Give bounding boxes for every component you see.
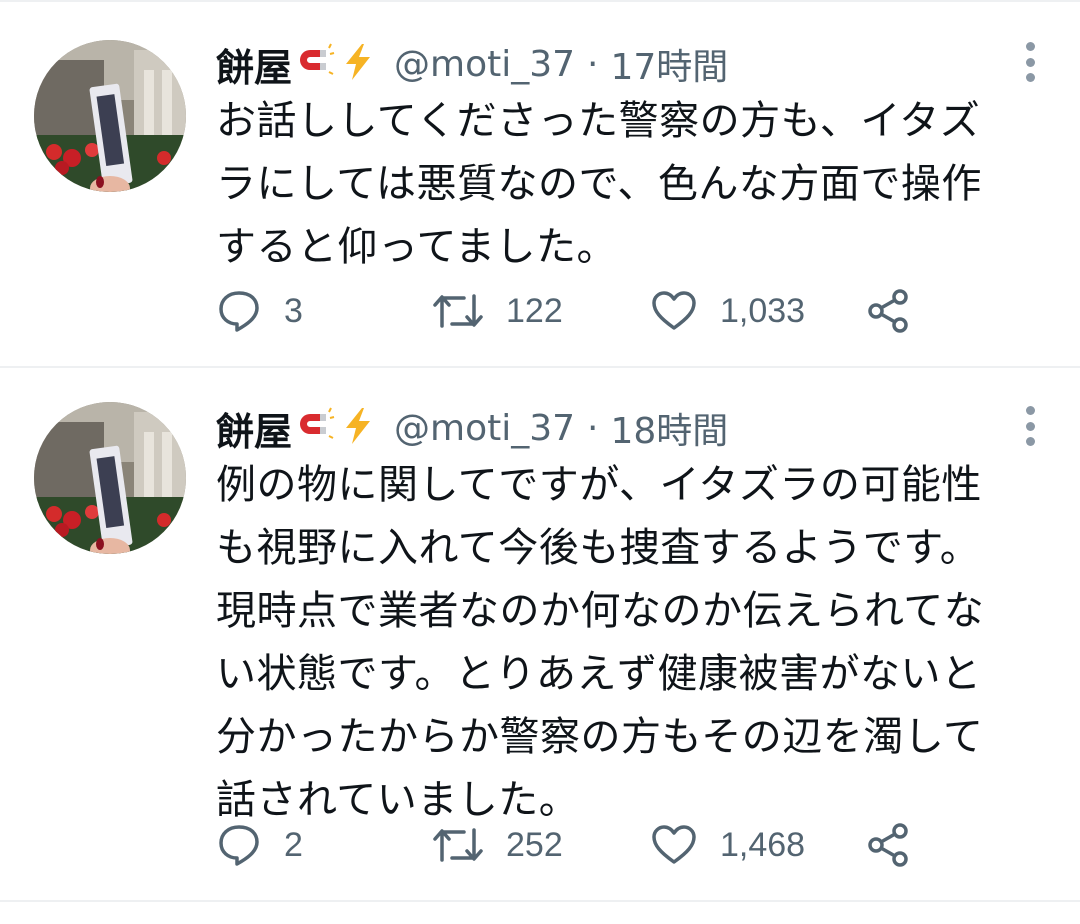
magnet-icon [296,42,336,86]
retweet-icon [432,288,484,334]
like-button[interactable]: 1,468 [650,820,805,870]
share-button[interactable] [866,286,912,336]
avatar[interactable] [34,40,186,192]
separator: · [587,407,599,449]
retweet-button[interactable]: 122 [432,286,563,336]
separator: · [587,43,599,85]
reply-icon [216,288,262,334]
share-icon [866,822,912,868]
like-count: 1,033 [720,291,806,330]
display-name[interactable]: 餅屋 [216,37,292,92]
handle[interactable]: @moti_37 [394,408,575,449]
tweet[interactable]: 餅屋 @moti_37 · 17時間 お話ししてくださった警察の方も、イタズ ラ… [0,2,1080,368]
like-icon [650,288,698,334]
tweet[interactable]: 餅屋 @moti_37 · 18時間 例の物に関してですが、イタズラの可能性 も… [0,368,1080,902]
like-count: 1,468 [720,825,806,864]
lightning-icon [340,406,376,450]
more-options-icon[interactable] [1024,406,1036,446]
tweet-header: 餅屋 @moti_37 · 17時間 [216,36,728,92]
timestamp[interactable]: 18時間 [611,402,729,454]
tweet-text: 例の物に関してですが、イタズラの可能性 も視野に入れて今後も捜査するようです。 … [216,462,985,823]
reply-button[interactable]: 3 [216,286,303,336]
more-options-icon[interactable] [1024,42,1036,82]
display-name[interactable]: 餅屋 [216,401,292,456]
magnet-icon [296,406,336,450]
timestamp[interactable]: 17時間 [611,38,729,90]
tweet-actions: 3 122 1,033 [216,286,936,336]
reply-button[interactable]: 2 [216,820,303,870]
retweet-button[interactable]: 252 [432,820,563,870]
reply-count: 2 [284,825,303,864]
retweet-count: 122 [506,291,563,330]
share-button[interactable] [866,820,912,870]
lightning-icon [340,42,376,86]
retweet-icon [432,822,484,868]
reply-count: 3 [284,291,303,330]
tweet-actions: 2 252 1,468 [216,820,936,870]
reply-icon [216,822,262,868]
tweet-text: お話ししてくださった警察の方も、イタズ ラにしては悪質なので、色んな方面で操作 … [216,98,982,270]
tweet-header: 餅屋 @moti_37 · 18時間 [216,400,728,456]
share-icon [866,288,912,334]
like-icon [650,822,698,868]
handle[interactable]: @moti_37 [394,44,575,85]
like-button[interactable]: 1,033 [650,286,805,336]
retweet-count: 252 [506,825,563,864]
avatar[interactable] [34,402,186,554]
